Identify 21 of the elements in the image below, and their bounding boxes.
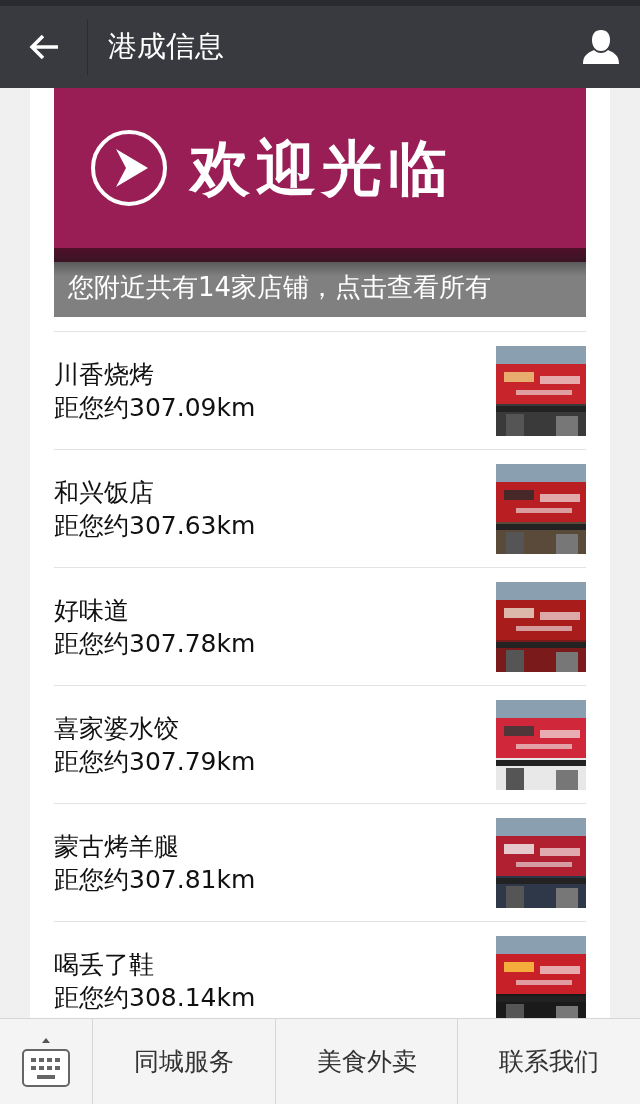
shop-name[interactable]: 和兴饭店 [54, 475, 496, 509]
menu-button[interactable]: 联系我们 [458, 1019, 640, 1104]
banner-headline: 欢迎光临 [190, 132, 454, 205]
shop-name[interactable]: 川香烧烤 [54, 357, 496, 391]
shop-distance: 距您约308.14km [54, 981, 257, 1014]
back-arrow-icon [27, 33, 60, 61]
play-icon [90, 129, 168, 207]
profile-icon[interactable] [582, 28, 620, 66]
menu-button[interactable]: 美食外卖 [275, 1019, 459, 1104]
shop-distance: 距您约307.09km [54, 391, 257, 424]
page-title: 港成信息 [107, 28, 225, 66]
shop-name[interactable]: 喝丢了鞋 [54, 947, 496, 981]
shop-distance: 距您约307.63km [54, 509, 257, 542]
shop-name[interactable]: 喜家婆水饺 [54, 711, 496, 745]
shop-distance: 距您约307.81km [54, 863, 257, 896]
shop-distance: 距您约307.79km [54, 745, 257, 778]
banner-caption: 您附近共有14家店铺，点击查看所有 [54, 248, 586, 317]
menu-button[interactable]: 同城服务 [93, 1019, 276, 1104]
shop-distance: 距您约307.78km [54, 627, 257, 660]
shop-name[interactable]: 好味道 [54, 593, 496, 627]
shop-name[interactable]: 蒙古烤羊腿 [54, 829, 496, 863]
